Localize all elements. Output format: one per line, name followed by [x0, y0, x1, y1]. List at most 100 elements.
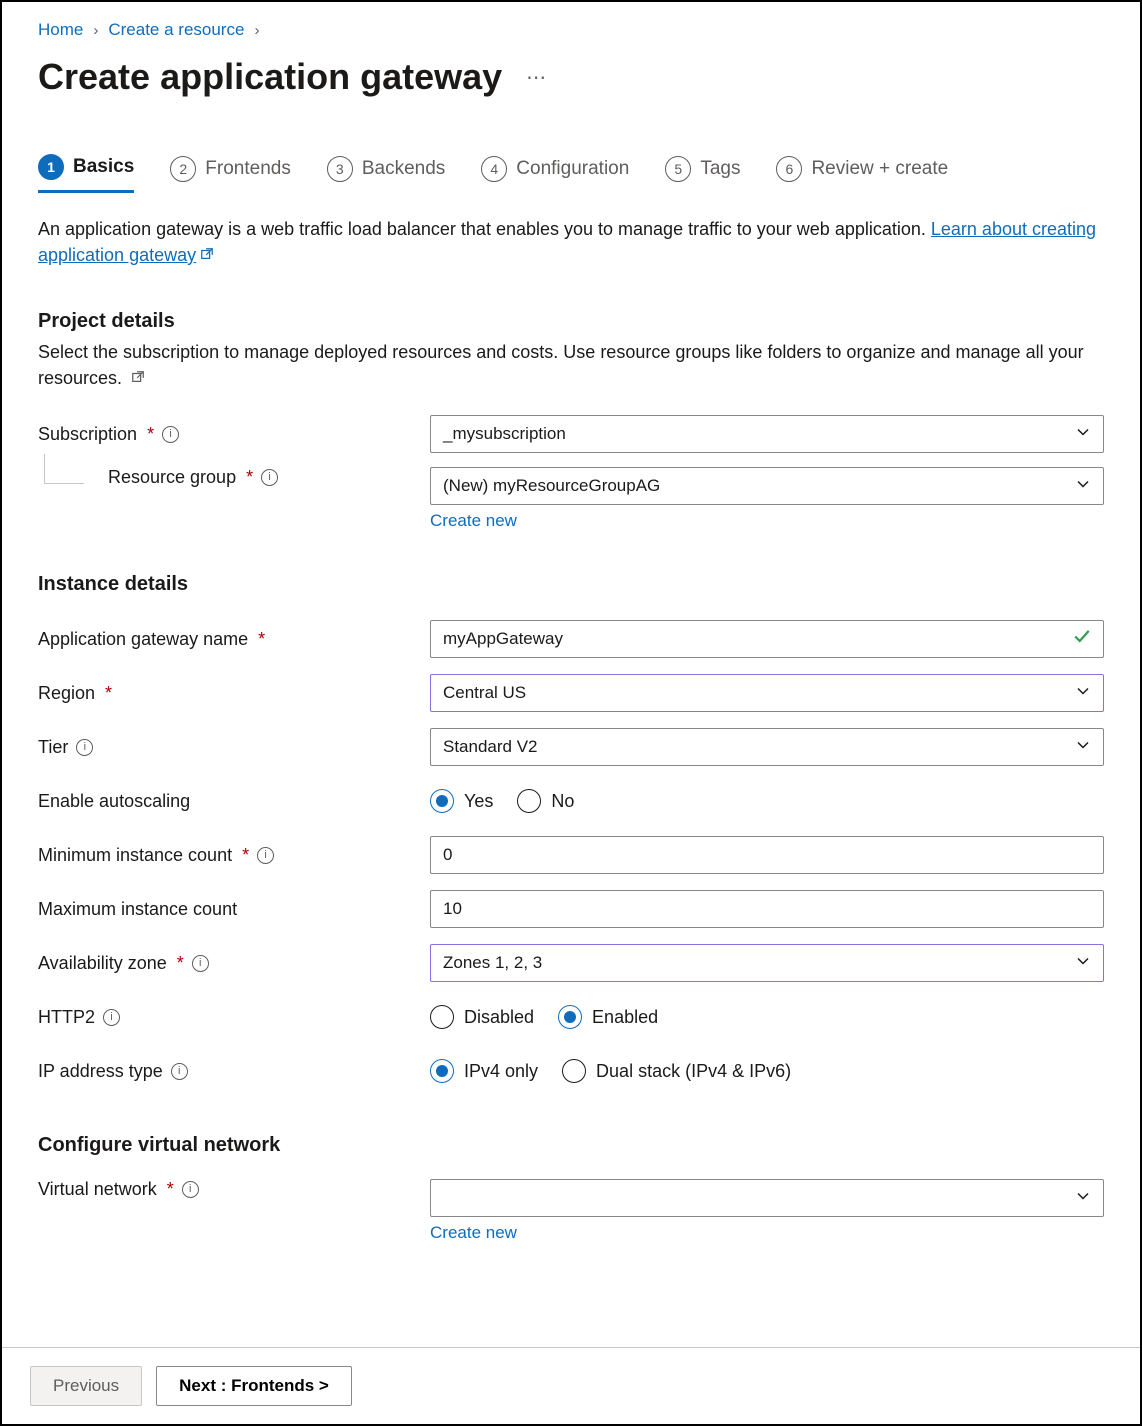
app-gateway-name-input[interactable]: myAppGateway	[430, 620, 1104, 658]
resource-group-value: (New) myResourceGroupAG	[443, 476, 660, 496]
tab-basics[interactable]: 1 Basics	[38, 154, 134, 193]
info-icon[interactable]: i	[171, 1063, 188, 1080]
availability-zone-label: Availability zone* i	[38, 953, 430, 974]
http2-disabled-radio[interactable]: Disabled	[430, 1005, 534, 1029]
required-asterisk: *	[246, 467, 253, 488]
info-icon[interactable]: i	[76, 739, 93, 756]
radio-icon	[558, 1005, 582, 1029]
tab-number-icon: 3	[327, 156, 353, 182]
subscription-select[interactable]: _mysubscription	[430, 415, 1104, 453]
region-label: Region*	[38, 683, 430, 704]
tab-backends[interactable]: 3 Backends	[327, 154, 445, 193]
tab-review-create[interactable]: 6 Review + create	[776, 154, 948, 193]
info-icon[interactable]: i	[192, 955, 209, 972]
project-details-heading: Project details	[38, 310, 1104, 333]
radio-icon	[562, 1059, 586, 1083]
virtual-network-label: Virtual network* i	[38, 1179, 430, 1200]
min-instance-value: 0	[443, 845, 452, 865]
chevron-right-icon: ›	[254, 22, 259, 39]
radio-label: Disabled	[464, 1007, 534, 1028]
tab-label: Review + create	[811, 158, 948, 180]
chevron-right-icon: ›	[93, 22, 98, 39]
http2-enabled-radio[interactable]: Enabled	[558, 1005, 658, 1029]
autoscaling-label: Enable autoscaling	[38, 791, 430, 812]
radio-label: No	[551, 791, 574, 812]
app-gateway-name-label: Application gateway name*	[38, 629, 430, 650]
radio-icon	[430, 1059, 454, 1083]
max-instance-value: 10	[443, 899, 462, 919]
info-icon[interactable]: i	[182, 1181, 199, 1198]
breadcrumb-create-resource[interactable]: Create a resource	[108, 20, 244, 40]
radio-icon	[517, 789, 541, 813]
external-link-icon	[131, 365, 145, 379]
more-actions-icon[interactable]: ⋯	[520, 61, 554, 94]
resource-group-select[interactable]: (New) myResourceGroupAG	[430, 467, 1104, 505]
info-icon[interactable]: i	[162, 426, 179, 443]
chevron-down-icon	[1075, 953, 1091, 974]
chevron-down-icon	[1075, 737, 1091, 758]
info-icon[interactable]: i	[103, 1009, 120, 1026]
virtual-network-select[interactable]	[430, 1179, 1104, 1217]
instance-details-heading: Instance details	[38, 573, 1104, 596]
tab-number-icon: 4	[481, 156, 507, 182]
chevron-down-icon	[1075, 424, 1091, 445]
tab-tags[interactable]: 5 Tags	[665, 154, 740, 193]
wizard-footer: Previous Next : Frontends >	[2, 1347, 1140, 1424]
app-gateway-name-value: myAppGateway	[443, 629, 563, 649]
tier-value: Standard V2	[443, 737, 538, 757]
tab-label: Configuration	[516, 158, 629, 180]
availability-zone-select[interactable]: Zones 1, 2, 3	[430, 944, 1104, 982]
radio-label: Yes	[464, 791, 493, 812]
create-new-rg-link[interactable]: Create new	[430, 511, 517, 531]
info-icon[interactable]: i	[257, 847, 274, 864]
region-select[interactable]: Central US	[430, 674, 1104, 712]
max-instance-input[interactable]: 10	[430, 890, 1104, 928]
required-asterisk: *	[147, 424, 154, 445]
radio-label: IPv4 only	[464, 1061, 538, 1082]
project-details-description: Select the subscription to manage deploy…	[38, 339, 1104, 391]
tab-number-icon: 2	[170, 156, 196, 182]
tab-number-icon: 1	[38, 154, 64, 180]
min-instance-label: Minimum instance count* i	[38, 845, 430, 866]
autoscaling-yes-radio[interactable]: Yes	[430, 789, 493, 813]
required-asterisk: *	[167, 1179, 174, 1200]
tab-configuration[interactable]: 4 Configuration	[481, 154, 629, 193]
radio-icon	[430, 789, 454, 813]
tab-label: Backends	[362, 158, 445, 180]
previous-button[interactable]: Previous	[30, 1366, 142, 1406]
tab-number-icon: 6	[776, 156, 802, 182]
autoscaling-no-radio[interactable]: No	[517, 789, 574, 813]
tab-label: Frontends	[205, 158, 291, 180]
radio-label: Enabled	[592, 1007, 658, 1028]
radio-icon	[430, 1005, 454, 1029]
wizard-tabs: 1 Basics 2 Frontends 3 Backends 4 Config…	[38, 154, 1104, 194]
chevron-down-icon	[1075, 683, 1091, 704]
required-asterisk: *	[242, 845, 249, 866]
tree-connector-icon	[44, 454, 84, 484]
required-asterisk: *	[258, 629, 265, 650]
resource-group-label: Resource group* i	[38, 467, 430, 488]
required-asterisk: *	[105, 683, 112, 704]
breadcrumb-home[interactable]: Home	[38, 20, 83, 40]
intro-description: An application gateway is a web traffic …	[38, 219, 931, 239]
tab-label: Tags	[700, 158, 740, 180]
ipv4-only-radio[interactable]: IPv4 only	[430, 1059, 538, 1083]
chevron-down-icon	[1075, 1188, 1091, 1209]
subscription-label: Subscription* i	[38, 424, 430, 445]
next-frontends-button[interactable]: Next : Frontends >	[156, 1366, 352, 1406]
tier-select[interactable]: Standard V2	[430, 728, 1104, 766]
configure-vnet-heading: Configure virtual network	[38, 1134, 1104, 1157]
region-value: Central US	[443, 683, 526, 703]
tab-frontends[interactable]: 2 Frontends	[170, 154, 291, 193]
tier-label: Tier i	[38, 737, 430, 758]
validation-check-icon	[1073, 628, 1091, 651]
chevron-down-icon	[1075, 476, 1091, 497]
tab-label: Basics	[73, 156, 134, 178]
min-instance-input[interactable]: 0	[430, 836, 1104, 874]
http2-label: HTTP2 i	[38, 1007, 430, 1028]
info-icon[interactable]: i	[261, 469, 278, 486]
intro-text: An application gateway is a web traffic …	[38, 216, 1104, 268]
dual-stack-radio[interactable]: Dual stack (IPv4 & IPv6)	[562, 1059, 791, 1083]
external-link-icon	[200, 242, 214, 256]
create-new-vnet-link[interactable]: Create new	[430, 1223, 517, 1243]
